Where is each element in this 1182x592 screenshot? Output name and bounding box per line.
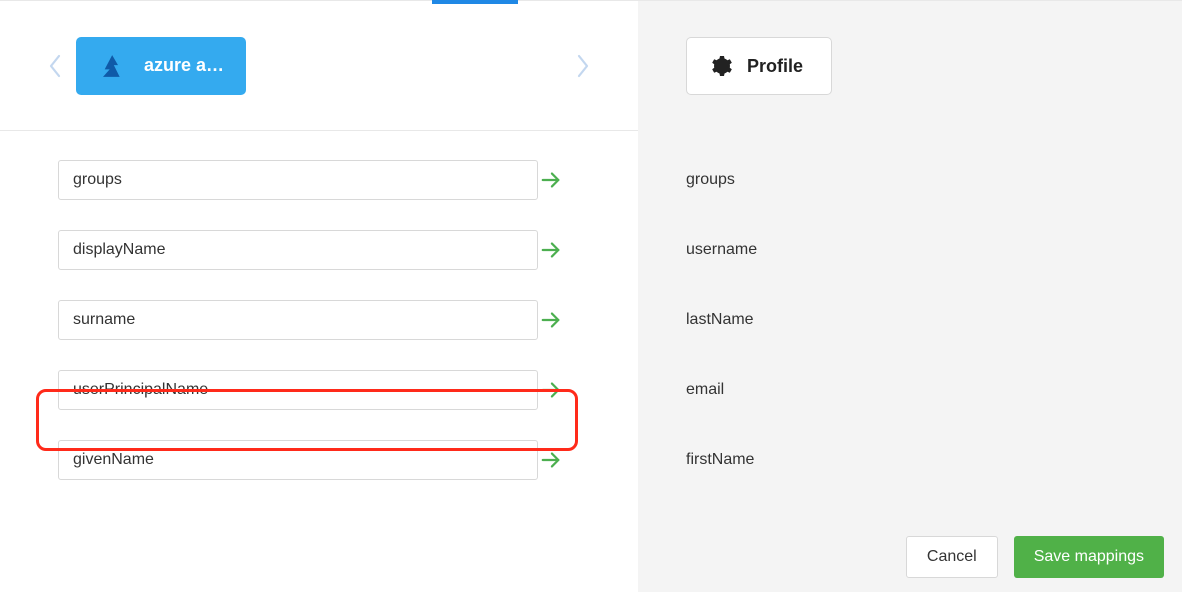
azure-icon [98,51,128,81]
mapping-row [58,145,590,215]
target-row: firstName [686,425,1134,495]
target-header: Profile [638,1,1182,131]
cancel-button[interactable]: Cancel [906,536,998,578]
target-attribute-label: email [686,381,724,399]
footer-actions: Cancel Save mappings [906,536,1164,578]
source-attribute-input[interactable] [58,440,538,480]
arrow-right-icon [540,379,562,401]
chevron-right-icon[interactable] [576,53,590,79]
profile-label: Profile [747,56,803,77]
arrow-right-icon [540,169,562,191]
mapping-panel: azure a… [0,0,1182,592]
profile-button[interactable]: Profile [686,37,832,95]
mapping-row [58,355,590,425]
target-panel: Profile groups username lastName email f… [638,1,1182,592]
source-attribute-input[interactable] [58,300,538,340]
source-header: azure a… [0,1,638,131]
source-attribute-input[interactable] [58,160,538,200]
target-attribute-label: lastName [686,311,754,329]
target-row: lastName [686,285,1134,355]
target-mappings-list: groups username lastName email firstName [638,131,1182,495]
arrow-right-icon [540,449,562,471]
target-attribute-label: firstName [686,451,754,469]
mapping-row [58,215,590,285]
arrow-right-icon [540,239,562,261]
identity-provider-label: azure a… [144,55,224,76]
target-row: groups [686,145,1134,215]
source-panel: azure a… [0,1,638,592]
source-attribute-input[interactable] [58,370,538,410]
target-attribute-label: groups [686,171,735,189]
source-attribute-input[interactable] [58,230,538,270]
gear-icon [709,54,733,78]
target-row: username [686,215,1134,285]
source-mappings-list [0,131,638,495]
target-row: email [686,355,1134,425]
target-attribute-label: username [686,241,757,259]
chevron-left-icon[interactable] [48,53,62,79]
mapping-row [58,425,590,495]
mapping-row [58,285,590,355]
save-mappings-button[interactable]: Save mappings [1014,536,1164,578]
arrow-right-icon [540,309,562,331]
identity-provider-button[interactable]: azure a… [76,37,246,95]
